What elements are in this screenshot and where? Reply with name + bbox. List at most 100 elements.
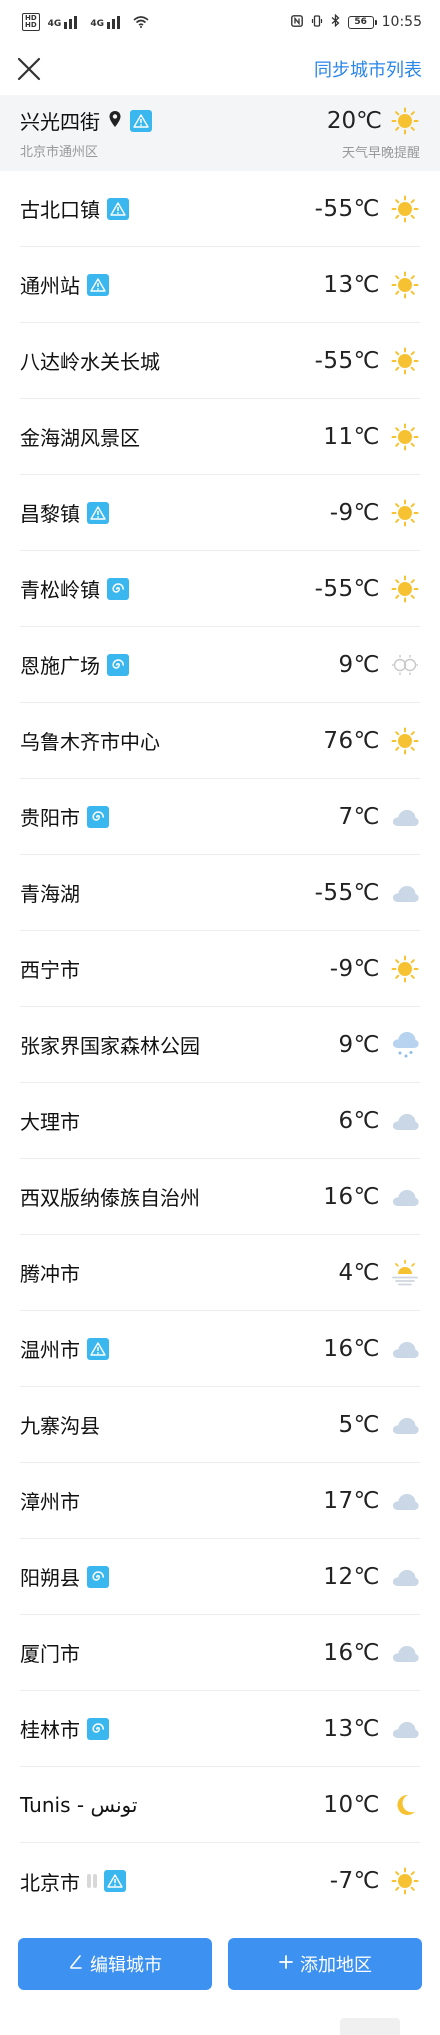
- sync-city-list-link[interactable]: 同步城市列表: [314, 56, 422, 82]
- city-row[interactable]: 阳朔县 12℃: [20, 1539, 420, 1615]
- city-name-group: 阳朔县: [20, 1562, 109, 1591]
- edit-cities-button[interactable]: 编辑城市: [18, 1938, 212, 1990]
- city-name: 厦门市: [20, 1642, 80, 1666]
- city-row[interactable]: 恩施广场 9℃: [20, 627, 420, 703]
- city-name-group: 西双版纳傣族自治州: [20, 1182, 200, 1211]
- city-row[interactable]: 乌鲁木齐市中心 76℃: [20, 703, 420, 779]
- city-name: 青海湖: [20, 882, 80, 906]
- city-name: 金海湖风景区: [20, 426, 140, 450]
- network-type-2: 4G: [90, 19, 104, 29]
- typhoon-badge-icon: [107, 577, 129, 600]
- current-location-row[interactable]: 兴光四街 北京市通州区 20℃ 天气早晚提醒: [0, 95, 440, 171]
- city-weather: 11℃: [323, 422, 420, 452]
- city-row[interactable]: 漳州市 17℃: [20, 1463, 420, 1539]
- city-temperature: 12℃: [323, 1563, 380, 1590]
- city-name-group: 九寨沟县: [20, 1410, 100, 1439]
- add-region-label: 添加地区: [300, 1955, 372, 1976]
- city-name: 西双版纳傣族自治州: [20, 1186, 200, 1210]
- city-temperature: -9℃: [329, 955, 380, 982]
- add-region-button[interactable]: 添加地区: [228, 1938, 422, 1990]
- city-weather: 12℃: [323, 1562, 420, 1592]
- fog-sun-icon: [390, 1258, 420, 1288]
- city-name: 西宁市: [20, 958, 80, 982]
- location-pin-icon: [108, 109, 122, 133]
- city-row[interactable]: 张家界国家森林公园 9℃: [20, 1007, 420, 1083]
- status-right: 56 10:55: [290, 13, 422, 30]
- city-name-group: 昌黎镇: [20, 498, 109, 527]
- city-name-group: 青松岭镇: [20, 574, 129, 603]
- city-temperature: 16℃: [323, 1335, 380, 1362]
- city-temperature: -55℃: [314, 575, 380, 602]
- city-weather: 10℃: [323, 1790, 420, 1820]
- cloud-icon: [390, 1334, 420, 1364]
- city-row[interactable]: 北京市 -7℃: [20, 1843, 420, 1919]
- city-temperature: 13℃: [323, 271, 380, 298]
- city-name: 大理市: [20, 1110, 80, 1134]
- typhoon-badge-icon: [107, 653, 129, 676]
- sun-icon: [390, 194, 420, 224]
- cloud-icon: [390, 878, 420, 908]
- status-bar: HD HD 4G 4G 56 10:55: [0, 0, 440, 44]
- cloud-icon: [390, 1410, 420, 1440]
- city-name: 古北口镇: [20, 198, 100, 222]
- city-name-group: 大理市: [20, 1106, 80, 1135]
- city-name-group: 恩施广场: [20, 650, 129, 679]
- city-name: 恩施广场: [20, 654, 100, 678]
- city-row[interactable]: 九寨沟县 5℃: [20, 1387, 420, 1463]
- city-temperature: 9℃: [338, 1031, 380, 1058]
- nfc-icon: [290, 14, 303, 30]
- haze-icon: [390, 650, 420, 680]
- warning-badge-icon: [87, 1337, 109, 1360]
- city-name-group: 八达岭水关长城: [20, 346, 160, 375]
- city-name-group: 北京市: [20, 1867, 126, 1896]
- rain-drops-icon: [87, 1874, 97, 1888]
- status-left: HD HD 4G 4G: [22, 13, 149, 31]
- city-name: 桂林市: [20, 1718, 80, 1742]
- city-row[interactable]: Tunis - تونس 10℃: [20, 1767, 420, 1843]
- city-temperature: -55℃: [314, 195, 380, 222]
- status-time: 10:55: [381, 14, 422, 30]
- typhoon-badge-icon: [87, 1565, 109, 1588]
- city-name-group: 腾冲市: [20, 1258, 80, 1287]
- city-weather: -55℃: [315, 574, 420, 604]
- city-row[interactable]: 金海湖风景区 11℃: [20, 399, 420, 475]
- city-row[interactable]: 八达岭水关长城 -55℃: [20, 323, 420, 399]
- city-weather: -55℃: [315, 878, 420, 908]
- city-temperature: 7℃: [338, 803, 380, 830]
- city-name: 漳州市: [20, 1490, 80, 1514]
- sun-icon: [390, 954, 420, 984]
- city-row[interactable]: 西双版纳傣族自治州 16℃: [20, 1159, 420, 1235]
- city-name-group: 桂林市: [20, 1714, 109, 1743]
- city-name-group: 西宁市: [20, 954, 80, 983]
- current-temp-row: 20℃: [327, 106, 420, 136]
- vibrate-icon: [311, 14, 323, 30]
- city-name: 通州站: [20, 274, 80, 298]
- city-name-group: 张家界国家森林公园: [20, 1030, 200, 1059]
- city-row[interactable]: 温州市 16℃: [20, 1311, 420, 1387]
- city-temperature: 6℃: [338, 1107, 380, 1134]
- city-row[interactable]: 青海湖 -55℃: [20, 855, 420, 931]
- wifi-icon: [133, 16, 149, 28]
- city-row[interactable]: 昌黎镇 -9℃: [20, 475, 420, 551]
- city-weather: 6℃: [339, 1106, 420, 1136]
- warning-badge-icon: [107, 197, 129, 220]
- city-temperature: 17℃: [323, 1487, 380, 1514]
- city-temperature: 4℃: [338, 1259, 380, 1286]
- close-button[interactable]: [14, 54, 44, 84]
- sun-icon: [390, 106, 420, 136]
- city-row[interactable]: 通州站 13℃: [20, 247, 420, 323]
- city-row[interactable]: 大理市 6℃: [20, 1083, 420, 1159]
- city-weather: 9℃: [339, 1030, 420, 1060]
- city-row[interactable]: 古北口镇 -55℃: [20, 171, 420, 247]
- sun-icon: [390, 726, 420, 756]
- city-row[interactable]: 桂林市 13℃: [20, 1691, 420, 1767]
- city-row[interactable]: 贵阳市 7℃: [20, 779, 420, 855]
- city-row[interactable]: 西宁市 -9℃: [20, 931, 420, 1007]
- city-row[interactable]: 青松岭镇 -55℃: [20, 551, 420, 627]
- city-weather: 16℃: [323, 1334, 420, 1364]
- header: 同步城市列表: [0, 44, 440, 94]
- city-name-group: 金海湖风景区: [20, 422, 140, 451]
- city-row[interactable]: 腾冲市 4℃: [20, 1235, 420, 1311]
- city-row[interactable]: 厦门市 16℃: [20, 1615, 420, 1691]
- city-name: 温州市: [20, 1338, 80, 1362]
